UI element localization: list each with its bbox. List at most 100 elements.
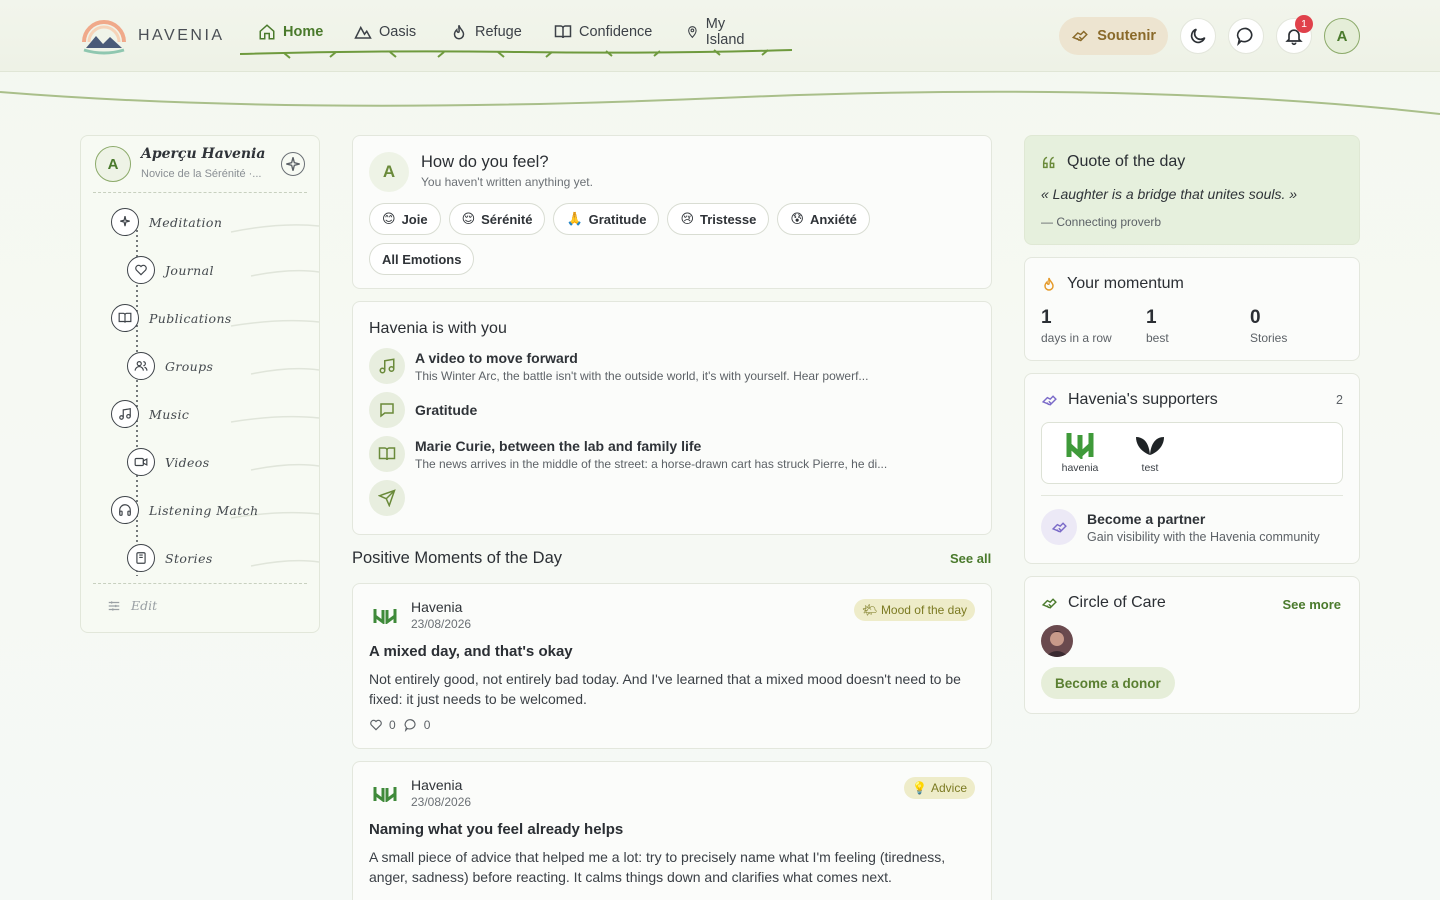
emotion-chip-tristesse[interactable]: 😢 Tristesse [667, 203, 770, 235]
with-you-item[interactable]: Marie Curie, between the lab and family … [369, 436, 887, 472]
messages-button[interactable] [1228, 18, 1264, 54]
flame-icon [1044, 277, 1054, 291]
moment-post[interactable]: Havenia 23/08/2026 🌤 Mood of the day A mi… [352, 583, 992, 749]
emoji: 😌 [461, 211, 476, 226]
user-avatar[interactable]: A [1324, 18, 1360, 54]
emotion-chip-anxiete[interactable]: 😰 Anxiété [777, 203, 870, 235]
see-all-link[interactable]: See all [950, 551, 991, 566]
post-author[interactable]: Havenia [411, 777, 462, 793]
supporters-card: Havenia's supporters 2 havenia test Beco… [1024, 373, 1360, 564]
all-emotions-button[interactable]: All Emotions [369, 243, 475, 275]
open-book-icon [111, 304, 139, 332]
nav-oasis[interactable]: Oasis [354, 20, 416, 44]
music-note-icon [369, 348, 405, 384]
emotion-chip-gratitude[interactable]: 🙏 Gratitude [553, 203, 660, 235]
chat-bubble-icon [1236, 27, 1253, 46]
havenia-logo-icon [373, 787, 397, 802]
become-partner-link[interactable]: Become a partner [1087, 511, 1205, 527]
momentum-title: Your momentum [1067, 275, 1184, 292]
quote-title: Quote of the day [1067, 153, 1186, 170]
moment-post[interactable]: Havenia 23/08/2026 💡 Advice Naming what y… [352, 761, 992, 900]
chip-label: All Emotions [382, 251, 462, 267]
sidebar-item-journal[interactable]: Journal [127, 256, 214, 284]
circle-title: Circle of Care [1068, 594, 1166, 611]
sidebar-item-stories[interactable]: Stories [127, 544, 213, 572]
sidebar-item-label: Groups [165, 358, 214, 374]
stat-stories: 0 Stories [1250, 307, 1287, 345]
supporter-havenia[interactable]: havenia [1052, 431, 1108, 474]
stat-best: 1 best [1146, 307, 1169, 345]
become-donor-button[interactable]: Become a donor [1041, 667, 1175, 699]
moon-icon [1190, 28, 1206, 44]
nav-confidence[interactable]: Confidence [554, 20, 652, 44]
sidebar-divider-bottom [93, 583, 307, 584]
sparkle-icon [111, 208, 139, 236]
quote-card: Quote of the day « Laughter is a bridge … [1024, 135, 1360, 245]
post-author[interactable]: Havenia [411, 599, 462, 615]
emoji: 😰 [790, 211, 804, 226]
headphones-icon [111, 496, 139, 524]
nav-refuge-label: Refuge [475, 24, 522, 40]
leaf-logo-icon [1136, 437, 1164, 455]
video-icon [127, 448, 155, 476]
item-description: The news arrives in the middle of the st… [415, 457, 888, 471]
sidebar-item-label: Videos [165, 454, 210, 470]
theme-toggle-button[interactable] [1180, 18, 1216, 54]
sidebar-item-label: Meditation [149, 214, 223, 230]
comment-icon[interactable] [404, 718, 418, 732]
supporter-name: test [1141, 462, 1159, 474]
music-icon [111, 400, 139, 428]
sidebar-item-groups[interactable]: Groups [127, 352, 213, 380]
mood-avatar: A [369, 152, 409, 192]
flame-icon [453, 25, 465, 40]
see-more-link[interactable]: See more [1282, 597, 1341, 612]
sliders-icon [108, 600, 120, 611]
emotion-chip-serenite[interactable]: 😌 Sérénité [448, 203, 546, 235]
nav-home-label: Home [283, 24, 324, 40]
partner-handshake-icon[interactable] [1041, 509, 1077, 545]
top-actions: Soutenir 1 A [1059, 15, 1360, 55]
nav-refuge[interactable]: Refuge [450, 20, 522, 44]
sidebar-subtitle: Novice de la Sérénité ·... [141, 168, 262, 180]
item-description: This Winter Arc, the battle isn't with t… [415, 369, 869, 383]
nav-my-island[interactable]: My Island [686, 16, 750, 48]
sidebar-item-meditation[interactable]: Meditation [111, 208, 222, 236]
compass-icon[interactable] [281, 152, 305, 176]
sidebar-edit-button[interactable]: Edit [107, 598, 157, 613]
map-pin-icon [688, 26, 697, 39]
sidebar-item-listening-match[interactable]: Listening Match [111, 496, 259, 524]
nav-confidence-label: Confidence [579, 24, 653, 40]
brand-logo[interactable]: HAVENIA [80, 16, 225, 56]
sidebar: A Aperçu Havenia Novice de la Sérénité ·… [80, 135, 320, 633]
home-icon [259, 24, 275, 40]
donor-avatar[interactable] [1041, 625, 1073, 657]
supporter-test[interactable]: test [1122, 431, 1178, 474]
with-you-item[interactable]: A video to move forward This Winter Arc, … [369, 348, 868, 384]
notifications-button[interactable]: 1 [1276, 15, 1313, 54]
emotion-chip-joie[interactable]: 😊 Joie [369, 203, 441, 235]
sidebar-avatar[interactable]: A [95, 146, 131, 182]
mountain-icon [354, 25, 372, 39]
nav-home[interactable]: Home [258, 20, 323, 44]
sidebar-item-videos[interactable]: Videos [127, 448, 210, 476]
support-button[interactable]: Soutenir [1059, 17, 1168, 55]
post-date: 23/08/2026 [411, 795, 472, 809]
with-you-item[interactable] [369, 480, 405, 516]
nav-oasis-label: Oasis [379, 24, 417, 40]
book-icon [369, 436, 405, 472]
stat-label: Stories [1250, 331, 1288, 345]
chip-label: Anxiété [809, 211, 857, 227]
emoji: 😊 [382, 211, 396, 226]
heart-icon[interactable] [369, 718, 383, 732]
havenia-logo-icon [82, 20, 126, 55]
quote-text: « Laughter is a bridge that unites souls… [1041, 186, 1298, 202]
post-body: Not entirely good, not entirely bad toda… [369, 671, 961, 707]
sidebar-item-music[interactable]: Music [111, 400, 189, 428]
post-category-badge: 🌤 Mood of the day [853, 599, 975, 621]
sidebar-item-publications[interactable]: Publications [111, 304, 232, 332]
sidebar-path-decoration [136, 224, 319, 576]
comment-count: 0 [423, 718, 431, 732]
supporters-count: 2 [1336, 393, 1343, 407]
divider [1041, 495, 1343, 496]
with-you-item[interactable]: Gratitude [369, 392, 477, 428]
